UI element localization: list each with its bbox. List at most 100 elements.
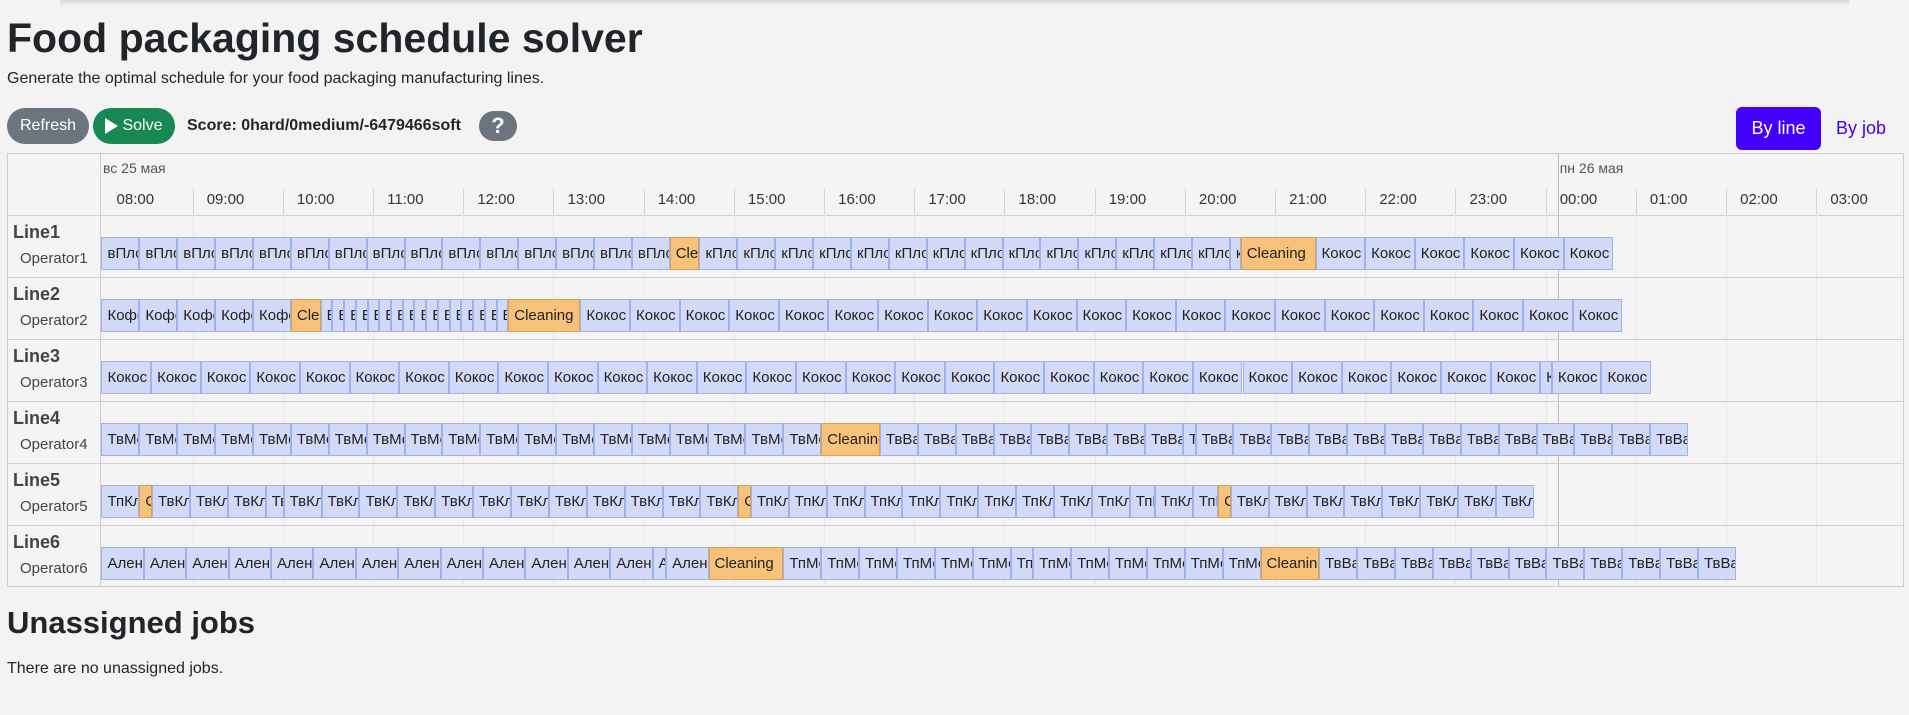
job-item[interactable]: ТвВан	[1347, 423, 1385, 456]
by-job-link[interactable]: By job	[1836, 118, 1886, 139]
job-item[interactable]: Аленка	[610, 547, 653, 580]
job-item[interactable]: вПлом	[366, 237, 405, 270]
job-item[interactable]: ТпМол	[934, 547, 973, 580]
job-item[interactable]: В	[379, 299, 391, 332]
job-item[interactable]: кПлом	[1154, 237, 1192, 270]
job-item[interactable]: ТпМол	[1109, 547, 1147, 580]
job-item[interactable]: ТвВан	[879, 423, 918, 456]
job-item[interactable]: В	[473, 299, 485, 332]
job-item[interactable]: ТвКл	[397, 485, 436, 518]
job-item[interactable]: ТпКл	[978, 485, 1017, 518]
job-item[interactable]: ТвКл	[283, 485, 322, 518]
job-item[interactable]: ТпМол	[1033, 547, 1072, 580]
job-item[interactable]: Кокос	[1341, 361, 1392, 394]
job-item[interactable]: ТвВан	[1271, 423, 1310, 456]
job-item[interactable]: ТвВан	[1498, 423, 1537, 456]
job-item[interactable]: ТвКл	[1458, 485, 1496, 518]
job-item[interactable]: Кофе	[253, 299, 291, 332]
job-item[interactable]: Аленка	[398, 547, 441, 580]
job-item[interactable]: кПлом	[926, 237, 965, 270]
job-item[interactable]: кПлом	[737, 237, 776, 270]
job-item[interactable]: ТвКл	[189, 485, 228, 518]
job-item[interactable]: ТвВан	[1319, 547, 1358, 580]
job-item[interactable]: Кокос	[1563, 237, 1614, 270]
job-item[interactable]: кПлом	[1078, 237, 1117, 270]
job-item[interactable]: Кокос	[1175, 299, 1226, 332]
job-item[interactable]: ТвВан	[1182, 423, 1196, 456]
job-item[interactable]: ТвВан	[1432, 547, 1471, 580]
job-item[interactable]: ТвМол	[593, 423, 632, 456]
job-item[interactable]: ТпМол	[972, 547, 1011, 580]
job-item[interactable]: ТвКл	[435, 485, 474, 518]
job-item[interactable]: Кокос	[200, 361, 251, 394]
job-item[interactable]: ТвКл	[151, 485, 190, 518]
job-item[interactable]: В	[426, 299, 438, 332]
job-item[interactable]: кПлом	[1116, 237, 1155, 270]
job-item[interactable]: ТвКл	[510, 485, 549, 518]
help-button[interactable]: ?	[479, 111, 517, 141]
job-item[interactable]: Аленка	[652, 547, 667, 580]
job-item[interactable]: ТвВан	[1357, 547, 1395, 580]
job-item[interactable]: ТвВан	[993, 423, 1032, 456]
job-item[interactable]: вПлом	[404, 237, 443, 270]
job-item[interactable]: В	[437, 299, 450, 332]
job-item[interactable]: вПлом	[139, 237, 178, 270]
job-item[interactable]: ТвВан	[955, 423, 994, 456]
job-item[interactable]: ТпМол	[1071, 547, 1109, 580]
job-item[interactable]: Кокос	[696, 361, 747, 394]
job-item[interactable]: ТпКл	[1129, 485, 1155, 518]
job-item[interactable]: ТвВан	[1470, 547, 1509, 580]
job-item[interactable]: Кофе	[177, 299, 216, 332]
job-item[interactable]: ТвМол	[556, 423, 594, 456]
job-item[interactable]: ТвВан	[1233, 423, 1272, 456]
cleaning-item[interactable]: Cleaning	[821, 423, 880, 456]
job-item[interactable]: ТвКл	[548, 485, 587, 518]
job-item[interactable]: кПлом	[851, 237, 889, 270]
job-item[interactable]: ТвМол	[253, 423, 291, 456]
job-item[interactable]: ТвВан	[1031, 423, 1070, 456]
job-item[interactable]: В	[391, 299, 403, 332]
job-item[interactable]: В	[320, 299, 333, 332]
cleaning-item[interactable]: Cleaning	[508, 299, 581, 332]
job-item[interactable]: ТвМол	[366, 423, 405, 456]
job-item[interactable]: ТпКл	[864, 485, 903, 518]
job-item[interactable]: ТвМол	[442, 423, 481, 456]
job-item[interactable]: Кокос	[1490, 361, 1541, 394]
job-item[interactable]: ТвМол	[631, 423, 670, 456]
job-item[interactable]: В	[484, 299, 497, 332]
job-item[interactable]: Кокос	[1440, 361, 1491, 394]
job-item[interactable]: ТвКл	[586, 485, 625, 518]
schedule-timeline[interactable]: вс 25 мая пн 26 мая 08:00 09:00 10:00 11:00 12…	[7, 153, 1904, 587]
job-item[interactable]: Аленка	[228, 547, 272, 580]
cleaning-item[interactable]: Cleaning	[1260, 547, 1320, 580]
job-item[interactable]: ТвКл	[1306, 485, 1345, 518]
job-item[interactable]: Аленка	[143, 547, 187, 580]
job-item[interactable]: Аленка	[666, 547, 709, 580]
job-item[interactable]: ТпМол	[859, 547, 898, 580]
job-item[interactable]: В	[332, 299, 345, 332]
job-item[interactable]: Кокос	[1572, 299, 1623, 332]
job-item[interactable]: ТвВан	[1195, 423, 1234, 456]
job-item[interactable]: ТвКл	[662, 485, 701, 518]
job-item[interactable]: ТвКл	[473, 485, 511, 518]
job-item[interactable]: ТвКл	[359, 485, 398, 518]
job-item[interactable]: кПлом	[1002, 237, 1041, 270]
job-item[interactable]: вПлом	[177, 237, 216, 270]
solve-button[interactable]: Solve	[93, 108, 175, 144]
job-item[interactable]: Кокос	[151, 361, 201, 394]
job-item[interactable]: Кокос	[1601, 361, 1652, 394]
job-item[interactable]: кПлом	[1191, 237, 1230, 270]
job-item[interactable]: ТвВан	[1394, 547, 1433, 580]
job-item[interactable]: вПлом	[101, 237, 140, 270]
job-item[interactable]: Аленка	[440, 547, 483, 580]
job-item[interactable]: ТпКл	[750, 485, 789, 518]
job-item[interactable]: Аленка	[483, 547, 526, 580]
job-item[interactable]: ТвМол	[518, 423, 557, 456]
job-item[interactable]: ТвМол	[177, 423, 216, 456]
job-item[interactable]: Кокос	[1374, 299, 1424, 332]
job-item[interactable]: кПлом	[699, 237, 738, 270]
job-item[interactable]: вПлом	[215, 237, 253, 270]
job-item[interactable]: ТвВан	[1508, 547, 1547, 580]
job-item[interactable]: Кокос	[778, 299, 829, 332]
job-item[interactable]: Кокос	[1523, 299, 1573, 332]
